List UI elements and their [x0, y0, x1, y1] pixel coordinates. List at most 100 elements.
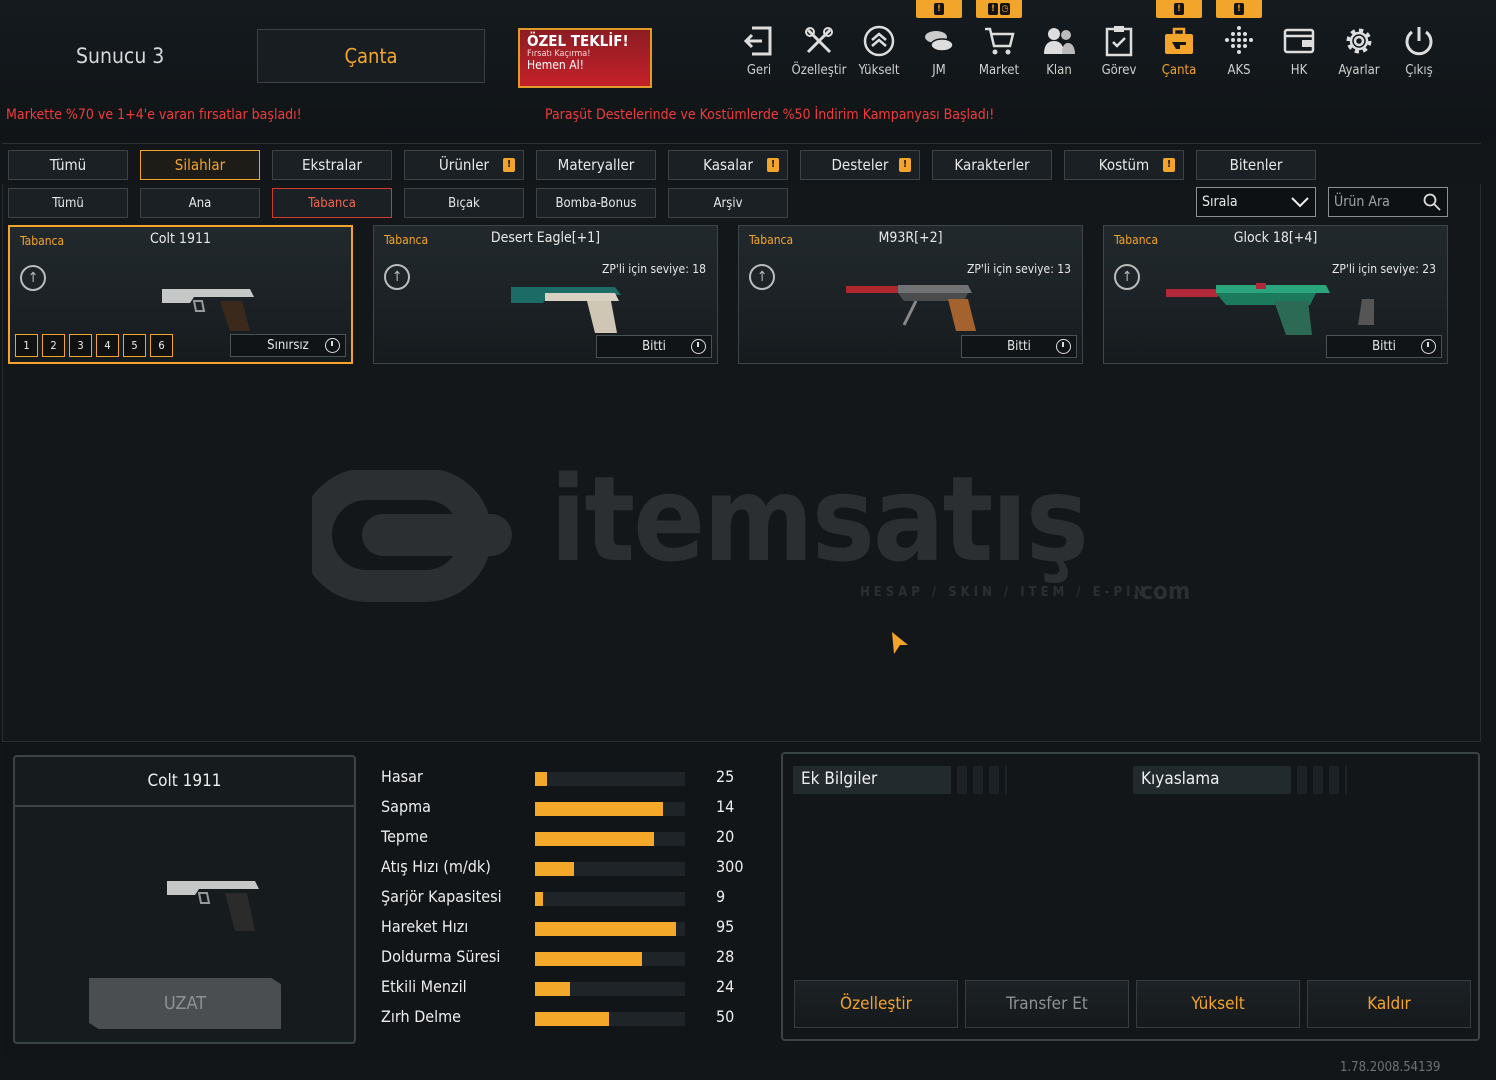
upgrade-arrow-icon[interactable]: ↑: [749, 264, 775, 290]
stat-row: Şarjör Kapasitesi 9: [381, 887, 761, 911]
item-status: Sınırsız: [230, 334, 346, 357]
nav-label: Özelleştir: [791, 63, 847, 78]
stat-name: Zırh Delme: [381, 1007, 462, 1026]
remove-button[interactable]: Kaldır: [1307, 980, 1471, 1028]
subtab-all[interactable]: Tümü: [8, 188, 128, 218]
slot-2[interactable]: 2: [42, 334, 65, 357]
tab-finished[interactable]: Bitenler: [1196, 150, 1316, 180]
nav-back[interactable]: Geri: [729, 24, 789, 84]
stat-bar: [535, 802, 685, 816]
tools-icon: [805, 27, 833, 54]
stat-bar: [535, 952, 685, 966]
stat-row: Tepme 20: [381, 827, 761, 851]
alert-icon: !: [503, 158, 515, 172]
ticker-right: Paraşüt Destelerinde ve Kostümlerde %50 …: [545, 107, 995, 123]
nav-bag[interactable]: Çanta: [1149, 24, 1209, 84]
stat-bar: [535, 892, 685, 906]
tab-divider: [1297, 766, 1347, 794]
upgrade-button[interactable]: Yükselt: [1136, 980, 1300, 1028]
nav-label: HK: [1290, 63, 1308, 78]
slot-4[interactable]: 4: [96, 334, 119, 357]
item-status: Bitti: [961, 335, 1077, 358]
watermark-brand: itemsatış: [550, 450, 1089, 588]
bag-icon: [1165, 27, 1193, 54]
nav-customize[interactable]: Özelleştir: [789, 24, 849, 84]
nav-exit[interactable]: Çıkış: [1389, 24, 1449, 84]
slot-3[interactable]: 3: [69, 334, 92, 357]
tab-extras[interactable]: Ekstralar: [272, 150, 392, 180]
nav-market[interactable]: Market: [969, 24, 1029, 84]
item-card[interactable]: Tabanca Glock 18[+4] ↑ ZP'li için seviye…: [1103, 225, 1448, 364]
stat-bar-fill: [535, 772, 547, 786]
stat-bar: [535, 772, 685, 786]
chevron-down-icon: [1291, 197, 1309, 208]
bag-alert-badge: !: [1156, 0, 1202, 18]
tab-label: Ürünler: [438, 156, 490, 174]
tab-all[interactable]: Tümü: [8, 150, 128, 180]
stat-bar: [535, 862, 685, 876]
ticker-left: Markette %70 ve 1+4'e varan fırsatlar ba…: [6, 107, 302, 123]
tab-decks[interactable]: Desteler!: [800, 150, 920, 180]
stat-bar-fill: [535, 922, 676, 936]
stat-bar: [535, 1012, 685, 1026]
level-requirement: ZP'li için seviye: 13: [967, 262, 1071, 276]
sort-dropdown[interactable]: Sırala: [1196, 187, 1316, 217]
stat-value: 20: [716, 827, 735, 846]
nav-hk[interactable]: HK: [1269, 24, 1329, 84]
upgrade-arrow-icon[interactable]: ↑: [1114, 264, 1140, 290]
bag-title-button[interactable]: Çanta: [257, 29, 485, 83]
subtab-grenade-bonus[interactable]: Bomba-Bonus: [536, 188, 656, 218]
nav-clan[interactable]: Klan: [1029, 24, 1089, 84]
alert-icon: !: [767, 158, 779, 172]
subtab-knife[interactable]: Bıçak: [404, 188, 524, 218]
tab-cases[interactable]: Kasalar!: [668, 150, 788, 180]
nav-upgrade[interactable]: Yükselt: [849, 24, 909, 84]
stat-name: Hareket Hızı: [381, 917, 469, 936]
level-requirement: ZP'li için seviye: 18: [602, 262, 706, 276]
nav-aks[interactable]: AKS: [1209, 24, 1269, 84]
coins-icon: [925, 31, 954, 52]
nav-jm[interactable]: JM: [909, 24, 969, 84]
stat-bar-fill: [535, 1012, 609, 1026]
transfer-button[interactable]: Transfer Et: [965, 980, 1129, 1028]
item-card[interactable]: Tabanca Desert Eagle[+1] ↑ ZP'li için se…: [373, 225, 718, 364]
upgrade-arrow-icon[interactable]: ↑: [384, 264, 410, 290]
item-status: Bitti: [1326, 335, 1442, 358]
item-name: M93R[+2]: [878, 230, 943, 246]
tab-materials[interactable]: Materyaller: [536, 150, 656, 180]
tab-compare[interactable]: Kıyaslama: [1133, 766, 1291, 794]
upgrade-arrow-icon[interactable]: ↑: [20, 265, 46, 291]
extend-button[interactable]: UZAT: [89, 978, 281, 1029]
tab-characters[interactable]: Karakterler: [932, 150, 1052, 180]
offer-cta: Hemen Al!: [527, 58, 584, 73]
status-label: Bitti: [1372, 339, 1396, 354]
stat-bar-fill: [535, 952, 642, 966]
product-search-input[interactable]: Ürün Ara: [1328, 187, 1448, 217]
tab-costume[interactable]: Kostüm!: [1064, 150, 1184, 180]
slot-6[interactable]: 6: [150, 334, 173, 357]
item-card[interactable]: Tabanca M93R[+2] ↑ ZP'li için seviye: 13…: [738, 225, 1083, 364]
clipboard-icon: [1105, 26, 1133, 57]
stat-name: Sapma: [381, 797, 431, 816]
offer-title: ÖZEL TEKLİF!: [527, 32, 629, 50]
slot-5[interactable]: 5: [123, 334, 146, 357]
nav-label: Yükselt: [858, 63, 900, 78]
tab-products[interactable]: Ürünler!: [404, 150, 524, 180]
subtab-pistol[interactable]: Tabanca: [272, 188, 392, 218]
tab-extra-info[interactable]: Ek Bilgiler: [793, 766, 951, 794]
search-placeholder: Ürün Ara: [1334, 194, 1390, 210]
stat-row: Sapma 14: [381, 797, 761, 821]
subtab-archive[interactable]: Arşiv: [668, 188, 788, 218]
slot-1[interactable]: 1: [15, 334, 38, 357]
clock-icon: [1421, 339, 1436, 354]
nav-mission[interactable]: Görev: [1089, 24, 1149, 84]
special-offer-banner[interactable]: ÖZEL TEKLİF! Fırsatı Kaçırma! Hemen Al!: [518, 28, 652, 88]
customize-button[interactable]: Özelleştir: [794, 980, 958, 1028]
stat-value: 50: [716, 1007, 735, 1026]
tab-weapons[interactable]: Silahlar: [140, 150, 260, 180]
watermark-tagline: HESAP / SKIN / ITEM / E-PIN: [860, 585, 1149, 600]
nav-settings[interactable]: Ayarlar: [1329, 24, 1389, 84]
item-card[interactable]: Tabanca Colt 1911 ↑ 1 2 3 4 5 6 Sınırsız: [8, 225, 353, 364]
stat-row: Etkili Menzil 24: [381, 977, 761, 1001]
subtab-main[interactable]: Ana: [140, 188, 260, 218]
